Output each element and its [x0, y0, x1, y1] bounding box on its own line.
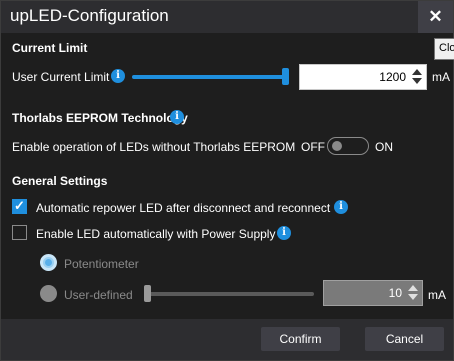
decrement-icon[interactable] [408, 294, 418, 300]
eeprom-enable-label: Enable operation of LEDs without Thorlab… [12, 140, 296, 154]
section-eeprom-title: Thorlabs EEPROM Technology [12, 111, 188, 125]
window-title: upLED-Configuration [10, 6, 169, 25]
current-limit-spinbox[interactable]: 1200 [299, 64, 427, 90]
auto-repower-checkbox[interactable]: ✓ [12, 198, 27, 214]
checkmark-icon: ✓ [14, 198, 25, 213]
user-defined-slider-thumb[interactable] [144, 285, 151, 302]
user-defined-slider-track [144, 292, 314, 296]
user-defined-unit: mA [428, 288, 446, 302]
current-limit-unit: mA [432, 70, 450, 84]
increment-icon[interactable] [408, 285, 418, 291]
radio-potentiometer[interactable] [40, 254, 57, 271]
radio-user-defined[interactable] [40, 285, 57, 302]
enable-power-supply-checkbox[interactable] [12, 225, 27, 240]
current-limit-slider-track [132, 75, 289, 79]
config-window: upLED-Configuration ✕ Close Current Limi… [0, 0, 454, 361]
user-current-limit-label: User Current Limit [12, 70, 110, 84]
user-defined-spinbox[interactable]: 10 [323, 280, 423, 306]
radio-dot [45, 259, 52, 266]
cancel-button[interactable]: Cancel [365, 327, 444, 351]
close-tooltip: Close [434, 38, 454, 60]
info-icon[interactable]: i [277, 226, 291, 240]
info-icon[interactable]: i [170, 110, 184, 124]
radio-user-defined-label: User-defined [64, 288, 133, 302]
user-defined-value: 10 [388, 286, 402, 300]
eeprom-toggle[interactable] [327, 137, 369, 155]
current-limit-stepper[interactable] [411, 68, 423, 86]
close-button[interactable]: ✕ [418, 1, 453, 33]
title-bar: upLED-Configuration ✕ [1, 1, 453, 33]
section-general-title: General Settings [12, 174, 108, 188]
decrement-icon[interactable] [412, 78, 422, 84]
enable-power-supply-label: Enable LED automatically with Power Supp… [36, 227, 276, 241]
close-icon: ✕ [428, 7, 443, 26]
info-icon[interactable]: i [111, 69, 125, 83]
increment-icon[interactable] [412, 69, 422, 75]
section-current-limit-title: Current Limit [12, 41, 88, 55]
auto-repower-label: Automatic repower LED after disconnect a… [36, 201, 331, 215]
toggle-off-label: OFF [301, 140, 325, 154]
toggle-on-label: ON [375, 140, 393, 154]
info-icon[interactable]: i [334, 200, 348, 214]
current-limit-slider-thumb[interactable] [282, 68, 289, 85]
dialog-footer: Confirm Cancel [1, 319, 453, 360]
user-defined-stepper[interactable] [407, 284, 419, 302]
confirm-button[interactable]: Confirm [261, 327, 340, 351]
toggle-knob [332, 141, 342, 151]
current-limit-value: 1200 [379, 70, 406, 84]
radio-potentiometer-label: Potentiometer [64, 257, 139, 271]
